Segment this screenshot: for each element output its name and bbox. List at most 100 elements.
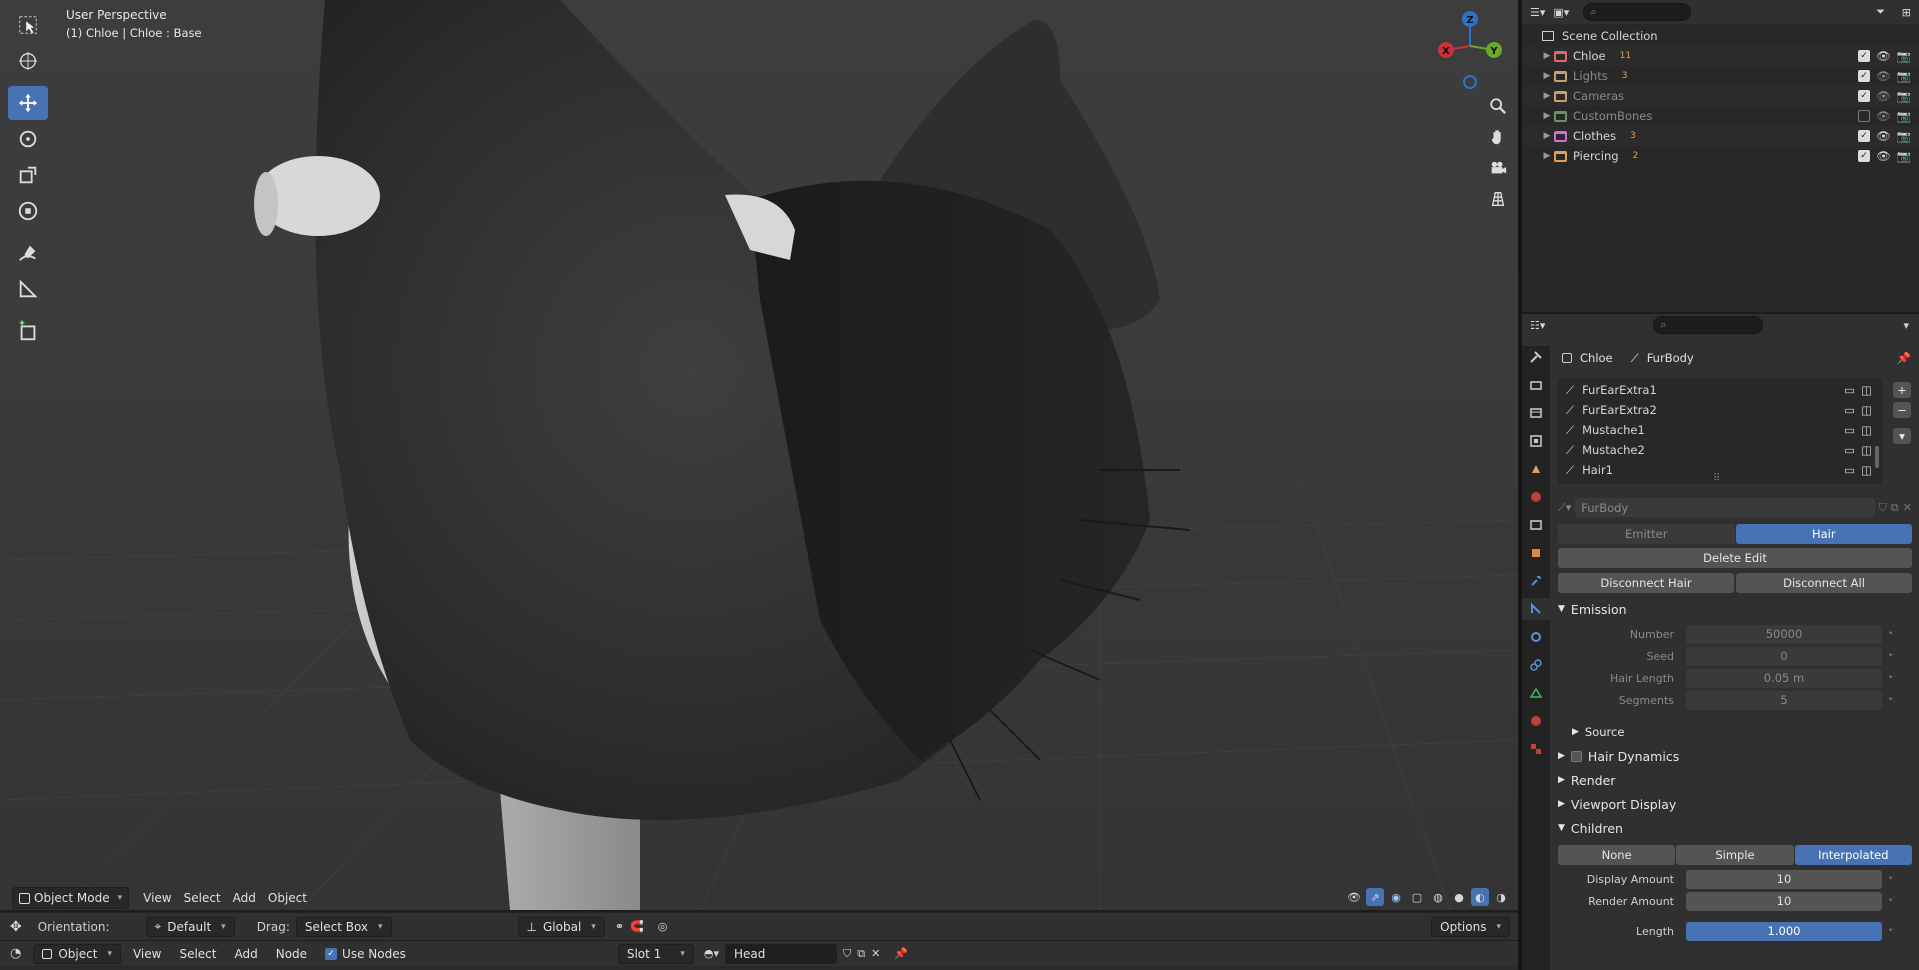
exclude-checkbox[interactable]: ✓ [1858,150,1871,162]
fake-user-icon[interactable]: ⛉ [843,947,851,961]
view-layer-tab[interactable] [1522,430,1550,452]
node-node-menu[interactable]: Node [270,943,313,965]
eye-icon[interactable]: 👁 [1876,129,1891,143]
exclude-checkbox[interactable]: ✓ [1858,50,1871,62]
object-tab[interactable] [1522,542,1550,564]
fake-user-icon[interactable]: ⛉ [1879,501,1887,515]
outliner-search-input[interactable]: ⌕ [1583,3,1692,21]
material-sphere-icon[interactable]: ◓▾ [704,947,719,960]
source-subpanel-header[interactable]: ▶ Source [1568,720,1624,744]
camera-icon[interactable]: 📷 [1897,89,1911,103]
collection-row[interactable]: ▶ Chloe 11 ✓ 👁 📷 [1522,46,1919,66]
hair-dynamics-checkbox[interactable] [1570,750,1582,762]
display-mode-icon[interactable]: ▣▾ [1553,6,1569,19]
camera-icon[interactable]: 📷 [1897,49,1911,63]
keyframe-dot-icon[interactable]: • [1888,695,1893,705]
exclude-checkbox[interactable]: ✓ [1858,90,1871,102]
collection-row[interactable]: ▶ Clothes 3 ✓ 👁 📷 [1522,126,1919,146]
display-amount-field[interactable]: 10 [1686,869,1882,889]
output-tab[interactable] [1522,402,1550,424]
type-hair-option[interactable]: Hair [1735,524,1912,544]
node-add-menu[interactable]: Add [228,943,263,965]
zoom-button[interactable] [1484,92,1512,120]
scene-tab[interactable] [1522,458,1550,480]
delete-edit-button[interactable]: Delete Edit [1558,548,1912,568]
unlink-icon[interactable]: ✕ [1903,501,1912,514]
scale-tool[interactable] [8,158,48,192]
eye-icon[interactable]: 👁 [1876,89,1891,103]
overlay-toggle-icon[interactable]: ◉ [1387,888,1405,906]
children-interpolated-option[interactable]: Interpolated [1794,845,1912,865]
scene-collection-row[interactable]: Scene Collection [1522,26,1919,46]
options-dropdown[interactable]: Options ▾ [1431,916,1510,937]
eye-icon[interactable]: 👁 [1876,69,1891,83]
expand-arrow-icon[interactable]: ▶ [1540,91,1554,101]
modifier-tab[interactable] [1522,570,1550,592]
outliner-editor-type-icon[interactable]: ☰▾ [1530,6,1545,19]
object-menu[interactable]: Object [262,887,313,909]
solid-shading-icon[interactable]: ● [1450,888,1468,906]
proportional-edit-icon[interactable]: ◎ [658,920,668,933]
wireframe-shading-icon[interactable]: ◍ [1429,888,1447,906]
measure-tool[interactable] [8,272,48,306]
duplicate-material-icon[interactable]: ⧉ [857,947,865,961]
collection-row[interactable]: ▶ Piercing 2 ✓ 👁 📷 [1522,146,1919,166]
visibility-icon[interactable]: 👁 [1345,888,1363,906]
unlink-material-icon[interactable]: ✕ [871,947,880,960]
children-none-option[interactable]: None [1558,845,1676,865]
children-simple-option[interactable]: Simple [1676,845,1794,865]
render-panel-header[interactable]: ▶ Render [1554,768,1914,792]
properties-editor-type-icon[interactable]: ☷▾ [1530,319,1545,332]
keyframe-dot-icon[interactable]: • [1888,673,1893,683]
particle-system-item[interactable]: ⟋ Mustache1 ▭ ◫ [1558,420,1882,440]
select-box-tool[interactable] [8,8,48,42]
viewport-display-panel-header[interactable]: ▶ Viewport Display [1554,792,1914,816]
viewport-display-icon[interactable]: ▭ [1844,383,1855,397]
3d-viewport[interactable]: User Perspective (1) Chloe | Chloe : Bas… [0,0,1518,910]
seed-field[interactable]: 0 [1686,646,1882,666]
tool-tab[interactable] [1522,346,1550,368]
camera-icon[interactable]: 📷 [1897,69,1911,83]
eye-icon[interactable]: 👁 [1876,49,1891,63]
exclude-checkbox[interactable]: ✓ [1858,70,1871,82]
shader-type-dropdown[interactable]: Object ▾ [33,943,121,964]
expand-arrow-icon[interactable]: ▶ [1540,131,1554,141]
length-slider[interactable]: 1.000 [1686,921,1882,941]
collection-tab[interactable] [1522,514,1550,536]
list-scrollbar[interactable] [1875,446,1879,468]
material-name-field[interactable]: Head [724,943,837,964]
rendered-shading-icon[interactable]: ◑ [1492,888,1510,906]
exclude-checkbox[interactable] [1858,110,1871,122]
annotate-tool[interactable] [8,236,48,270]
collection-row[interactable]: ▶ CustomBones 👁 📷 [1522,106,1919,126]
world-tab[interactable] [1522,486,1550,508]
list-specials-button[interactable]: ▾ [1893,428,1911,444]
expand-arrow-icon[interactable]: ▶ [1540,151,1554,161]
render-amount-field[interactable]: 10 [1686,891,1882,911]
pan-button[interactable] [1484,123,1512,151]
add-particle-system-button[interactable]: + [1893,382,1911,398]
add-cube-tool[interactable] [8,314,48,348]
keyframe-dot-icon[interactable]: • [1888,651,1893,661]
particle-system-item[interactable]: ⟋ FurEarExtra2 ▭ ◫ [1558,400,1882,420]
material-shading-icon[interactable]: ◐ [1471,888,1489,906]
view-menu[interactable]: View [137,887,177,909]
use-nodes-toggle[interactable]: ✓ Use Nodes [319,943,412,965]
expand-arrow-icon[interactable]: ▶ [1540,71,1554,81]
viewport-display-icon[interactable]: ▭ [1844,423,1855,437]
keyframe-dot-icon[interactable]: • [1888,926,1893,936]
render-camera-icon[interactable]: ◫ [1861,443,1872,457]
physics-tab[interactable] [1522,626,1550,648]
exclude-checkbox[interactable]: ✓ [1858,130,1871,142]
pin-icon[interactable]: 📌 [1897,351,1911,365]
particles-tab[interactable] [1522,598,1550,620]
viewport-display-icon[interactable]: ▭ [1844,403,1855,417]
transform-orientation-dropdown[interactable]: ⊥ Global ▾ [517,916,605,937]
pivot-point-icon[interactable]: ⚭ [615,920,624,933]
keyframe-dot-icon[interactable]: • [1888,896,1893,906]
slot-dropdown[interactable]: Slot 1 ▾ [617,943,694,964]
number-field[interactable]: 50000 [1686,624,1882,644]
particle-system-item[interactable]: ⟋ Mustache2 ▭ ◫ [1558,440,1882,460]
rotate-tool[interactable] [8,122,48,156]
collection-row[interactable]: ▶ Cameras ✓ 👁 📷 [1522,86,1919,106]
